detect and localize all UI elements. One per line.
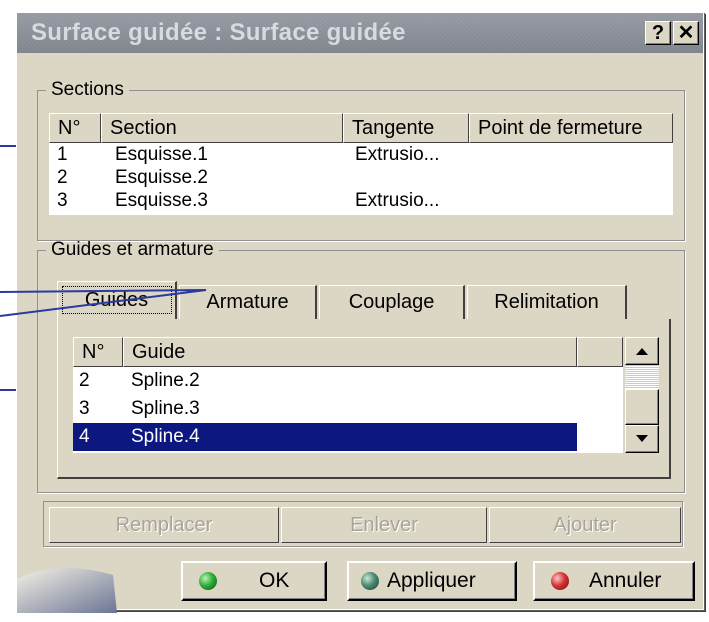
callout-pointer xyxy=(0,289,207,317)
